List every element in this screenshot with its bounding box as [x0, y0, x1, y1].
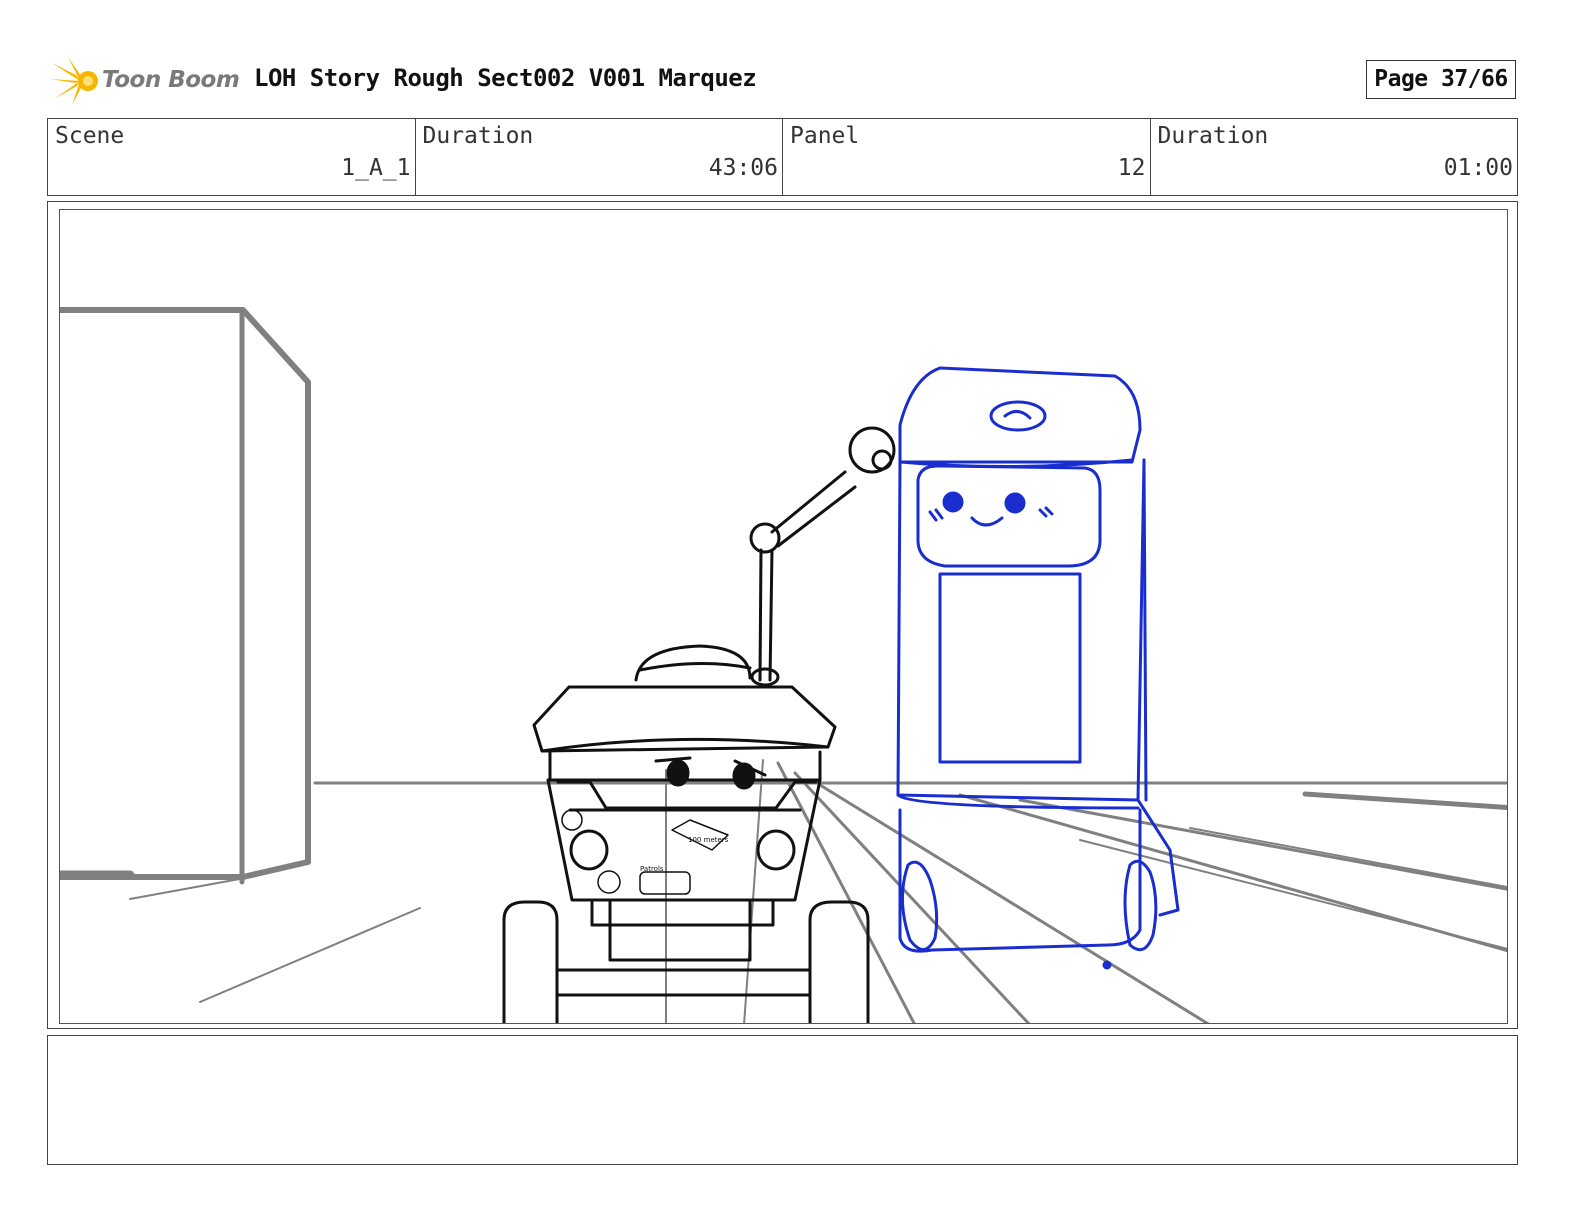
scene-duration-label: Duration	[422, 123, 534, 149]
delivery-robot	[502, 426, 896, 1023]
panel-drawing-area: Patrols 100 meters	[59, 209, 1508, 1024]
panel-value: 12	[1117, 155, 1146, 181]
storyboard-sketch: Patrols 100 meters	[60, 307, 1507, 1023]
sticker-text-patrols: Patrols	[640, 865, 664, 873]
document-title: LOH Story Rough Sect002 V001 Marquez	[254, 64, 757, 92]
notes-box	[47, 1035, 1518, 1165]
starburst-icon	[50, 57, 98, 105]
panel-frame: Patrols 100 meters	[47, 201, 1518, 1029]
toon-boom-logo: Toon Boom	[50, 55, 240, 107]
page-indicator: Page 37/66	[1366, 60, 1516, 99]
panel-duration-label: Duration	[1157, 123, 1269, 149]
scene-cell: Scene 1_A_1	[48, 119, 416, 195]
panel-cell: Panel 12	[783, 119, 1151, 195]
scene-value: 1_A_1	[341, 155, 411, 181]
scene-duration-value: 43:06	[708, 155, 778, 181]
scene-duration-cell: Duration 43:06	[416, 119, 783, 195]
panel-label: Panel	[790, 123, 860, 149]
sticker-text-meters: 100 meters	[688, 836, 729, 844]
info-table: Scene 1_A_1 Duration 43:06 Panel 12 Dura…	[47, 118, 1518, 196]
panel-duration-value: 01:00	[1443, 155, 1513, 181]
scene-label: Scene	[55, 123, 125, 149]
kiosk-robot	[896, 366, 1180, 970]
panel-duration-cell: Duration 01:00	[1151, 119, 1518, 195]
logo-text: Toon Boom	[102, 67, 240, 93]
background-layout	[60, 307, 1507, 1023]
